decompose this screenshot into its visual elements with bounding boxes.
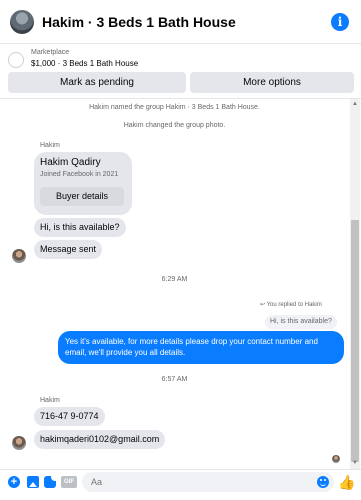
group-avatar[interactable] — [10, 10, 34, 34]
plus-icon[interactable]: + — [8, 476, 20, 488]
listing-thumbnail — [8, 52, 24, 68]
info-icon[interactable]: i — [331, 13, 349, 31]
reply-indicator-label: You replied to Hakim — [266, 302, 322, 308]
marketplace-label: Marketplace — [31, 49, 70, 56]
buyer-name: Hakim Qadiry — [40, 157, 101, 168]
incoming-message[interactable]: Message sent — [34, 240, 103, 259]
buyer-details-button[interactable]: Buyer details — [40, 187, 124, 206]
incoming-message[interactable]: hakimqaderi0102@gmail.com — [34, 430, 166, 449]
sticker-icon[interactable] — [44, 476, 56, 488]
scroll-up-arrow-icon[interactable]: ▲ — [352, 101, 358, 107]
like-icon[interactable]: 👍 — [338, 474, 355, 490]
photo-icon[interactable] — [27, 476, 39, 488]
sender-avatar[interactable] — [12, 249, 26, 263]
buyer-joined-date: Joined Facebook in 2021 — [40, 171, 119, 178]
emoji-icon[interactable] — [317, 476, 329, 488]
chat-title[interactable]: Hakim · 3 Beds 1 Bath House — [42, 14, 236, 30]
scrollbar-thumb[interactable] — [351, 220, 359, 462]
system-message: Hakim named the group Hakim · 3 Beds 1 B… — [89, 104, 260, 111]
seen-indicator-avatar — [332, 455, 340, 463]
message-input[interactable] — [82, 472, 334, 492]
sender-name: Hakim — [40, 142, 60, 149]
timestamp: 6:57 AM — [161, 376, 188, 383]
sender-avatar[interactable] — [12, 436, 26, 450]
scroll-down-arrow-icon[interactable]: ▼ — [352, 460, 358, 466]
incoming-message[interactable]: 716-47 9-0774 — [34, 407, 105, 426]
mark-as-pending-button[interactable]: Mark as pending — [8, 72, 186, 93]
more-options-button[interactable]: More options — [190, 72, 354, 93]
reply-indicator: ↩ You replied to Hakim — [260, 302, 322, 308]
incoming-message[interactable]: Hi, is this available? — [34, 218, 126, 237]
timestamp: 6:29 AM — [161, 276, 188, 283]
system-message: Hakim changed the group photo. — [123, 122, 226, 129]
outgoing-message[interactable]: Yes it's available, for more details ple… — [58, 331, 344, 364]
sender-name: Hakim — [40, 397, 60, 404]
listing-title: $1,000 · 3 Beds 1 Bath House — [31, 59, 139, 68]
gif-icon[interactable]: GIF — [61, 476, 77, 488]
replied-quote[interactable]: Hi, is this available? — [265, 315, 337, 329]
